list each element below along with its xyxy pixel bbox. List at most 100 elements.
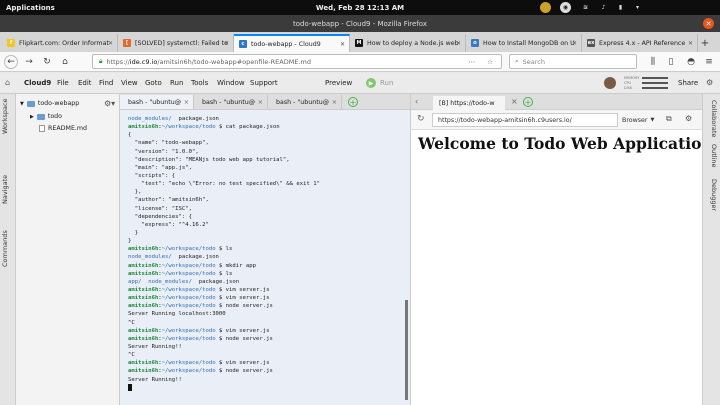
- browser-tab[interactable]: [[SOLVED] systemctl: Failed to ✕: [118, 34, 234, 52]
- library-icon[interactable]: ⫼: [646, 55, 660, 69]
- preview-reload-icon[interactable]: ↻: [417, 114, 425, 124]
- addon-icon[interactable]: ◓: [684, 55, 698, 69]
- page-actions-icon[interactable]: ⋯: [469, 58, 476, 66]
- preview-browser-select[interactable]: Browser ▼: [622, 113, 662, 127]
- caret-down-icon[interactable]: ▼: [20, 101, 24, 107]
- terminal-line: amitsin6h:~/workspace/todo $ ls: [128, 245, 410, 253]
- preview-tab[interactable]: [B] https://todo-w: [433, 96, 505, 110]
- browser-tab[interactable]: ex Express 4.x - API Reference ✕: [582, 34, 698, 52]
- menu-tools[interactable]: Tools: [191, 79, 208, 87]
- tree-folder-todo[interactable]: ▶ todo: [30, 113, 62, 120]
- run-icon[interactable]: ▶: [366, 78, 376, 88]
- home-icon[interactable]: ⌂: [58, 55, 72, 69]
- avatar[interactable]: [604, 77, 616, 89]
- terminal-tab[interactable]: bash - "ubuntu@ ×: [268, 95, 342, 109]
- new-tab-icon[interactable]: +: [348, 97, 358, 107]
- browser-tab[interactable]: o How to Install MongoDB on U ✕: [466, 34, 582, 52]
- terminal-tab[interactable]: bash - "ubuntu@ ×: [194, 95, 268, 109]
- browser-tab[interactable]: f Flipkart.com: Order Informat ✕: [2, 34, 118, 52]
- wifi-icon[interactable]: ≋: [580, 2, 591, 13]
- bookmark-star-icon[interactable]: ☆: [487, 58, 493, 66]
- back-icon[interactable]: ←: [4, 55, 18, 69]
- preview-url-input[interactable]: https://todo-webapp-amitsin6h.c9users.io…: [432, 113, 618, 127]
- close-icon[interactable]: ✕: [688, 40, 693, 47]
- menu-window[interactable]: Window: [217, 79, 245, 87]
- favicon-icon: M: [355, 39, 363, 47]
- share-button[interactable]: Share: [678, 79, 698, 87]
- close-icon[interactable]: ✕: [456, 40, 461, 47]
- c9-logo[interactable]: Cloud9: [24, 79, 51, 87]
- tab-outline[interactable]: Outline: [710, 144, 718, 168]
- forward-icon[interactable]: →: [22, 55, 36, 69]
- battery-icon[interactable]: ▮: [615, 2, 626, 13]
- preview-settings-icon[interactable]: ⚙: [685, 114, 692, 123]
- browser-tab[interactable]: M How to deploy a Node.js web ✕: [350, 34, 466, 52]
- terminal-text: "description": "MEANjs todo web app tuto…: [128, 156, 290, 163]
- terminal-text: $ ls: [215, 246, 233, 253]
- window-close-icon[interactable]: ✕: [703, 18, 714, 29]
- close-icon[interactable]: ✕: [340, 41, 345, 48]
- menu-goto[interactable]: Goto: [145, 79, 162, 87]
- terminal-line: amitsin6h:~/workspace/todo $ node server…: [128, 302, 410, 310]
- tab-commands[interactable]: Commands: [1, 230, 9, 267]
- terminal-text: amitsin6h:: [128, 270, 162, 277]
- terminal-text: ~/workspace/todo: [161, 270, 216, 277]
- tree-settings-icon[interactable]: ⚙▾: [104, 99, 115, 108]
- terminal-output[interactable]: node_modules/ package.json amitsin6h:~/wo…: [120, 110, 410, 405]
- preview-button[interactable]: Preview: [325, 79, 352, 87]
- tree-file-readme[interactable]: README.md: [39, 125, 87, 132]
- new-tab-icon[interactable]: +: [698, 34, 712, 52]
- tab-navigate[interactable]: Navigate: [1, 175, 9, 204]
- close-icon[interactable]: ✕: [108, 40, 113, 47]
- tab-debugger[interactable]: Debugger: [710, 179, 718, 211]
- terminal-text: ~/workspace/todo: [161, 295, 216, 302]
- new-tab-icon[interactable]: +: [523, 97, 533, 107]
- browser-tab-label: Flipkart.com: Order Informat: [19, 39, 109, 47]
- update-icon[interactable]: [540, 2, 551, 13]
- menu-view[interactable]: View: [121, 79, 138, 87]
- power-menu-icon[interactable]: ▾: [632, 2, 643, 13]
- chrome-icon[interactable]: ◉: [560, 2, 571, 13]
- hamburger-menu-icon[interactable]: ≡: [702, 55, 716, 69]
- terminal-text: }: [128, 229, 139, 236]
- url-bar[interactable]: 🔒︎ https:// ide.c9.io /amitsin6h/todo-we…: [92, 54, 502, 69]
- close-icon[interactable]: ✕: [224, 40, 229, 47]
- search-box[interactable]: ⌕ Search: [509, 54, 637, 69]
- volume-icon[interactable]: ♪: [598, 2, 609, 13]
- menu-run[interactable]: Run: [170, 79, 183, 87]
- terminal-scrollbar[interactable]: [405, 300, 408, 400]
- menu-edit[interactable]: Edit: [78, 79, 92, 87]
- menu-file[interactable]: File: [57, 79, 69, 87]
- page-heading: Welcome to Todo Web Application!!: [418, 134, 720, 153]
- close-icon[interactable]: ×: [258, 99, 263, 106]
- browser-tab[interactable]: c todo-webapp - Cloud9 ✕: [234, 34, 350, 52]
- popout-icon[interactable]: ⧉: [666, 114, 672, 124]
- tab-workspace[interactable]: Workspace: [1, 98, 9, 134]
- sidebar-icon[interactable]: ▯: [664, 55, 678, 69]
- close-icon[interactable]: ✕: [572, 40, 577, 47]
- applications-menu[interactable]: Applications: [6, 4, 55, 12]
- terminal-tab[interactable]: bash - "ubuntu@ ×: [120, 95, 194, 109]
- caret-right-icon[interactable]: ▶: [30, 114, 34, 120]
- reload-icon[interactable]: ↻: [40, 55, 54, 69]
- settings-icon[interactable]: ⚙: [706, 78, 713, 87]
- tree-root[interactable]: ▼ todo-webapp: [20, 100, 79, 107]
- terminal-text: {: [128, 132, 132, 139]
- favicon-icon: f: [7, 39, 15, 47]
- system-clock[interactable]: Wed, Feb 28 12:13 AM: [316, 4, 404, 12]
- terminal-text: "test": "echo \"Error: no test specified…: [128, 181, 320, 188]
- terminal-text: "name": "todo-webapp",: [128, 140, 209, 147]
- terminal-text: amitsin6h:: [128, 303, 162, 310]
- menu-support[interactable]: Support: [250, 79, 278, 87]
- preview-tab-nav-icon[interactable]: ‹: [415, 97, 418, 106]
- run-button[interactable]: Run: [380, 79, 393, 87]
- terminal-text: $ mkdir app: [215, 262, 256, 269]
- c9-home-icon[interactable]: ⌂: [5, 78, 17, 88]
- tab-collaborate[interactable]: Collaborate: [710, 100, 718, 137]
- close-icon[interactable]: ×: [332, 99, 337, 106]
- close-icon[interactable]: ×: [184, 99, 189, 106]
- menu-find[interactable]: Find: [99, 79, 113, 87]
- close-icon[interactable]: ×: [511, 97, 518, 106]
- terminal-line: "license": "ISC",: [128, 205, 410, 213]
- c9-menu-bar: ⌂ Cloud9 File Edit Find View Goto Run To…: [0, 73, 720, 94]
